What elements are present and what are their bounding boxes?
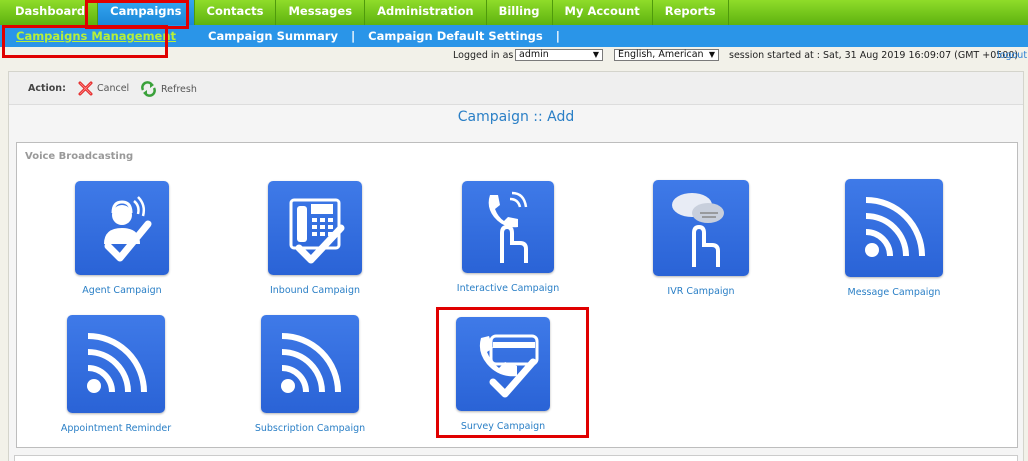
broadcast-signal-icon xyxy=(67,315,165,413)
tile-label: Message Campaign xyxy=(847,287,941,298)
tab-contacts[interactable]: Contacts xyxy=(195,0,277,25)
chat-touch-icon xyxy=(653,180,749,276)
broadcast-signal-icon xyxy=(845,179,943,277)
tab-billing[interactable]: Billing xyxy=(487,0,553,25)
phone-touch-icon xyxy=(462,181,554,273)
sub-navigation: Campaigns Management Campaign Summary | … xyxy=(0,25,1028,47)
message-campaign-tile[interactable]: Message Campaign xyxy=(829,179,959,298)
tile-label: Inbound Campaign xyxy=(269,285,360,296)
top-navigation: Dashboard Campaigns Contacts Messages Ad… xyxy=(0,0,1028,25)
content-panel: Action: Cancel Refresh Campaign :: Add V… xyxy=(8,71,1024,461)
tile-label: Subscription Campaign xyxy=(254,423,366,434)
survey-phone-icon xyxy=(456,317,550,411)
logged-in-label: Logged in as : xyxy=(453,50,520,61)
tab-my-account[interactable]: My Account xyxy=(553,0,653,25)
subnav-campaign-summary[interactable]: Campaign Summary xyxy=(208,29,338,43)
ivr-campaign-tile[interactable]: IVR Campaign xyxy=(636,180,766,297)
cancel-icon xyxy=(78,81,93,96)
interactive-campaign-tile[interactable]: Interactive Campaign xyxy=(443,181,573,294)
tab-messages[interactable]: Messages xyxy=(276,0,366,25)
user-select-value: admin xyxy=(519,49,549,60)
tile-label: IVR Campaign xyxy=(667,286,735,297)
refresh-icon xyxy=(141,81,156,97)
survey-campaign-tile[interactable]: Survey Campaign xyxy=(438,317,568,432)
dropdown-arrow-icon: ▼ xyxy=(592,50,599,59)
subnav-campaigns-management[interactable]: Campaigns Management xyxy=(16,29,176,43)
appointment-reminder-tile[interactable]: Appointment Reminder xyxy=(51,315,181,434)
subscription-campaign-tile[interactable]: Subscription Campaign xyxy=(245,315,375,434)
agent-headset-icon xyxy=(75,181,169,275)
language-select[interactable]: English, American ▼ xyxy=(614,49,719,61)
action-bar: Action: Cancel Refresh xyxy=(9,72,1023,105)
user-select[interactable]: admin ▼ xyxy=(515,49,603,61)
tab-dashboard[interactable]: Dashboard xyxy=(0,0,99,25)
refresh-label: Refresh xyxy=(161,83,197,95)
voice-broadcasting-section: Voice Broadcasting Agent Campaign Inboun… xyxy=(16,142,1018,448)
subnav-separator: | xyxy=(555,29,560,43)
tile-label: Agent Campaign xyxy=(82,285,162,296)
bottom-panel-edge xyxy=(14,455,1018,461)
tile-label: Interactive Campaign xyxy=(456,283,560,294)
section-legend: Voice Broadcasting xyxy=(25,151,134,162)
tab-administration[interactable]: Administration xyxy=(365,0,487,25)
page-title: Campaign :: Add xyxy=(457,109,575,125)
tile-label: Survey Campaign xyxy=(460,421,546,432)
subnav-campaign-default-settings[interactable]: Campaign Default Settings xyxy=(368,29,543,43)
language-select-value: English, American xyxy=(618,49,704,60)
tab-reports[interactable]: Reports xyxy=(653,0,729,25)
dropdown-arrow-icon: ▼ xyxy=(708,50,715,59)
session-bar: Logged in as : admin ▼ English, American… xyxy=(0,47,1028,64)
tile-label: Appointment Reminder xyxy=(60,423,172,434)
desk-phone-icon xyxy=(268,181,362,275)
cancel-button[interactable]: Cancel xyxy=(78,81,129,96)
action-label: Action: xyxy=(28,83,66,94)
session-started-text: session started at : Sat, 31 Aug 2019 16… xyxy=(729,50,1019,61)
refresh-button[interactable]: Refresh xyxy=(140,81,197,97)
inbound-campaign-tile[interactable]: Inbound Campaign xyxy=(250,181,380,296)
agent-campaign-tile[interactable]: Agent Campaign xyxy=(57,181,187,296)
subnav-separator: | xyxy=(350,29,356,43)
logout-link[interactable]: logout xyxy=(997,50,1027,61)
broadcast-signal-icon xyxy=(261,315,359,413)
tab-campaigns[interactable]: Campaigns xyxy=(98,0,195,25)
cancel-label: Cancel xyxy=(97,83,130,94)
